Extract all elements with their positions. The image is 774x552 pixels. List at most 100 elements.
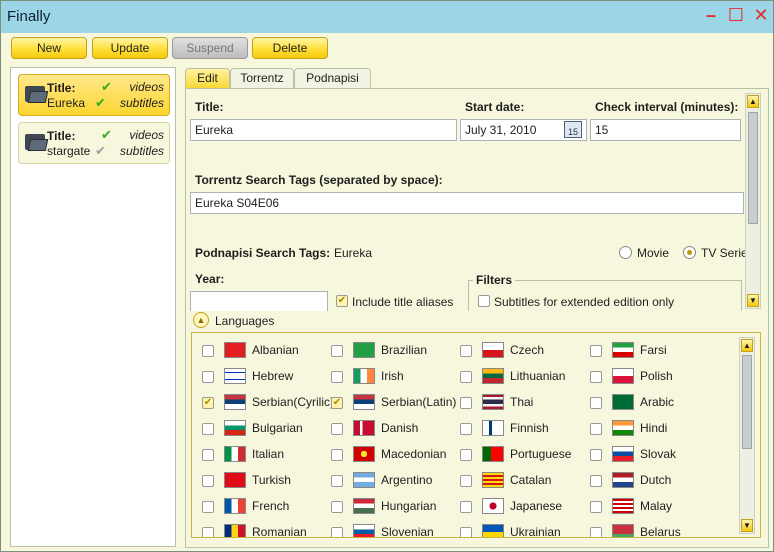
language-item-arabic[interactable]: Arabic xyxy=(590,392,720,412)
language-checkbox[interactable] xyxy=(331,527,343,537)
scroll-down-arrow-icon[interactable]: ▼ xyxy=(741,519,753,532)
new-button[interactable]: New xyxy=(11,37,87,59)
language-checkbox[interactable] xyxy=(590,423,602,435)
series-title-label: Title: xyxy=(47,81,76,95)
language-checkbox[interactable] xyxy=(202,501,214,513)
language-item-finnish[interactable]: Finnish xyxy=(460,418,590,438)
series-item-stargate[interactable]: Title: stargate ✔ videos ✔ subtitles xyxy=(18,122,170,164)
language-checkbox[interactable] xyxy=(460,345,472,357)
movie-radio[interactable] xyxy=(619,246,632,259)
chevron-up-icon[interactable]: ▲ xyxy=(193,312,209,328)
language-checkbox[interactable] xyxy=(202,449,214,461)
language-checkbox[interactable] xyxy=(331,501,343,513)
language-item-farsi[interactable]: Farsi xyxy=(590,340,720,360)
language-item-albanian[interactable]: Albanian xyxy=(202,340,332,360)
language-checkbox[interactable] xyxy=(590,371,602,383)
language-item-serbian-cyrilic[interactable]: ✔ Serbian(Cyrilic) xyxy=(202,392,334,412)
language-checkbox[interactable]: ✔ xyxy=(331,397,343,409)
language-item-czech[interactable]: Czech xyxy=(460,340,590,360)
suspend-button[interactable]: Suspend xyxy=(172,37,248,59)
language-checkbox[interactable] xyxy=(460,423,472,435)
language-item-thai[interactable]: Thai xyxy=(460,392,590,412)
language-item-malay[interactable]: Malay xyxy=(590,496,720,516)
languages-expander-label[interactable]: Languages xyxy=(215,314,274,328)
minimize-icon[interactable]: – xyxy=(700,4,722,26)
languages-scrollbar[interactable]: ▲ ▼ xyxy=(739,337,755,534)
language-item-portuguese[interactable]: Portuguese xyxy=(460,444,590,464)
language-item-dutch[interactable]: Dutch xyxy=(590,470,720,490)
language-checkbox[interactable] xyxy=(331,423,343,435)
scroll-down-arrow-icon[interactable]: ▼ xyxy=(747,294,759,307)
language-checkbox[interactable] xyxy=(460,475,472,487)
flag-icon xyxy=(612,420,634,436)
language-item-slovak[interactable]: Slovak xyxy=(590,444,720,464)
language-label: Malay xyxy=(640,499,673,513)
tv-series-radio[interactable] xyxy=(683,246,696,259)
tab-podnapisi[interactable]: Podnapisi xyxy=(294,68,371,89)
language-item-polish[interactable]: Polish xyxy=(590,366,720,386)
language-item-hindi[interactable]: Hindi xyxy=(590,418,720,438)
check-interval-input[interactable]: 15 xyxy=(590,119,741,141)
maximize-icon[interactable]: ☐ xyxy=(725,4,747,26)
scroll-up-arrow-icon[interactable]: ▲ xyxy=(747,95,759,108)
language-checkbox[interactable] xyxy=(202,475,214,487)
language-item-bulgarian[interactable]: Bulgarian xyxy=(202,418,332,438)
language-item-irish[interactable]: Irish xyxy=(331,366,461,386)
language-checkbox[interactable] xyxy=(331,371,343,383)
language-item-turkish[interactable]: Turkish xyxy=(202,470,332,490)
language-checkbox[interactable] xyxy=(202,527,214,537)
language-item-italian[interactable]: Italian xyxy=(202,444,332,464)
language-checkbox[interactable] xyxy=(460,397,472,409)
language-checkbox[interactable] xyxy=(460,501,472,513)
extended-edition-checkbox[interactable] xyxy=(478,295,490,307)
language-item-argentino[interactable]: Argentino xyxy=(331,470,461,490)
language-item-belarus[interactable]: Belarus xyxy=(590,522,720,537)
tab-torrentz[interactable]: Torrentz xyxy=(230,68,294,89)
language-item-ukrainian[interactable]: Ukrainian xyxy=(460,522,590,537)
language-item-danish[interactable]: Danish xyxy=(331,418,461,438)
language-item-french[interactable]: French xyxy=(202,496,332,516)
language-checkbox[interactable] xyxy=(460,449,472,461)
language-item-hebrew[interactable]: Hebrew xyxy=(202,366,332,386)
language-checkbox[interactable] xyxy=(590,501,602,513)
close-icon[interactable]: ✕ xyxy=(750,4,772,26)
language-checkbox[interactable] xyxy=(202,345,214,357)
language-checkbox[interactable] xyxy=(460,527,472,537)
form-scroll-thumb[interactable] xyxy=(748,112,758,224)
language-checkbox[interactable] xyxy=(202,423,214,435)
language-label: Polish xyxy=(640,369,673,383)
scroll-up-arrow-icon[interactable]: ▲ xyxy=(741,339,753,352)
language-checkbox[interactable] xyxy=(590,475,602,487)
language-item-macedonian[interactable]: Macedonian xyxy=(331,444,461,464)
language-checkbox[interactable] xyxy=(590,397,602,409)
language-checkbox[interactable] xyxy=(460,371,472,383)
language-checkbox[interactable] xyxy=(331,475,343,487)
language-item-japanese[interactable]: Japanese xyxy=(460,496,590,516)
delete-button[interactable]: Delete xyxy=(252,37,328,59)
update-button[interactable]: Update xyxy=(92,37,168,59)
form-scrollbar[interactable]: ▲ ▼ xyxy=(745,93,761,309)
torrentz-tags-input[interactable]: Eureka S04E06 xyxy=(190,192,744,214)
calendar-icon[interactable]: 15 xyxy=(564,121,582,138)
language-checkbox[interactable] xyxy=(331,449,343,461)
year-input[interactable] xyxy=(190,291,328,311)
language-item-serbian-latin[interactable]: ✔ Serbian(Latin) xyxy=(331,392,461,412)
language-item-brazilian[interactable]: Brazilian xyxy=(331,340,461,360)
language-checkbox[interactable] xyxy=(202,371,214,383)
language-item-romanian[interactable]: Romanian xyxy=(202,522,332,537)
language-item-lithuanian[interactable]: Lithuanian xyxy=(460,366,590,386)
language-item-hungarian[interactable]: Hungarian xyxy=(331,496,461,516)
language-item-catalan[interactable]: Catalan xyxy=(460,470,590,490)
languages-scroll-thumb[interactable] xyxy=(742,355,752,449)
title-bar[interactable]: Finally – ☐ ✕ xyxy=(1,1,773,33)
title-input[interactable]: Eureka xyxy=(190,119,457,141)
tab-edit[interactable]: Edit xyxy=(185,68,230,89)
series-item-eureka[interactable]: Title: Eureka ✔ videos ✔ subtitles xyxy=(18,74,170,116)
include-aliases-checkbox[interactable]: ✔ xyxy=(336,295,348,307)
language-checkbox[interactable]: ✔ xyxy=(202,397,214,409)
language-checkbox[interactable] xyxy=(590,345,602,357)
language-checkbox[interactable] xyxy=(590,527,602,537)
language-checkbox[interactable] xyxy=(331,345,343,357)
language-item-slovenian[interactable]: Slovenian xyxy=(331,522,461,537)
language-checkbox[interactable] xyxy=(590,449,602,461)
